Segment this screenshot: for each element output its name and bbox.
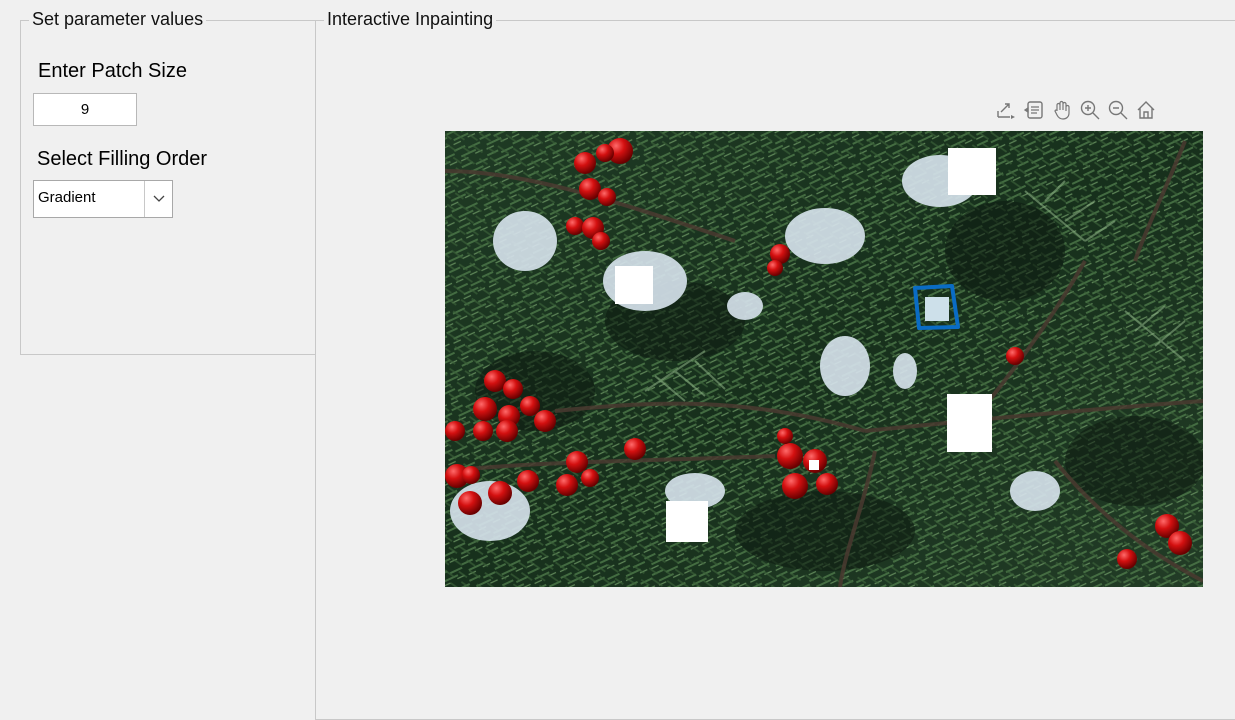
inpaint-panel-title: Interactive Inpainting	[324, 9, 497, 29]
pan-icon[interactable]	[1050, 97, 1074, 123]
data-tips-icon[interactable]	[1022, 97, 1046, 123]
chevron-down-icon[interactable]	[144, 181, 172, 217]
zoom-in-icon[interactable]	[1078, 97, 1102, 123]
params-panel-title: Set parameter values	[29, 9, 207, 29]
inpainting-image[interactable]	[445, 131, 1203, 587]
zoom-out-icon[interactable]	[1106, 97, 1130, 123]
filling-order-label: Select Filling Order	[37, 148, 208, 170]
axes-toolbar	[994, 97, 1158, 123]
filling-order-value: Gradient	[38, 189, 96, 206]
patch-size-input[interactable]: 9	[33, 93, 137, 126]
home-icon[interactable]	[1134, 97, 1158, 123]
filling-order-select[interactable]: Gradient	[33, 180, 173, 218]
export-icon[interactable]	[994, 97, 1018, 123]
patch-size-label: Enter Patch Size	[38, 60, 187, 82]
